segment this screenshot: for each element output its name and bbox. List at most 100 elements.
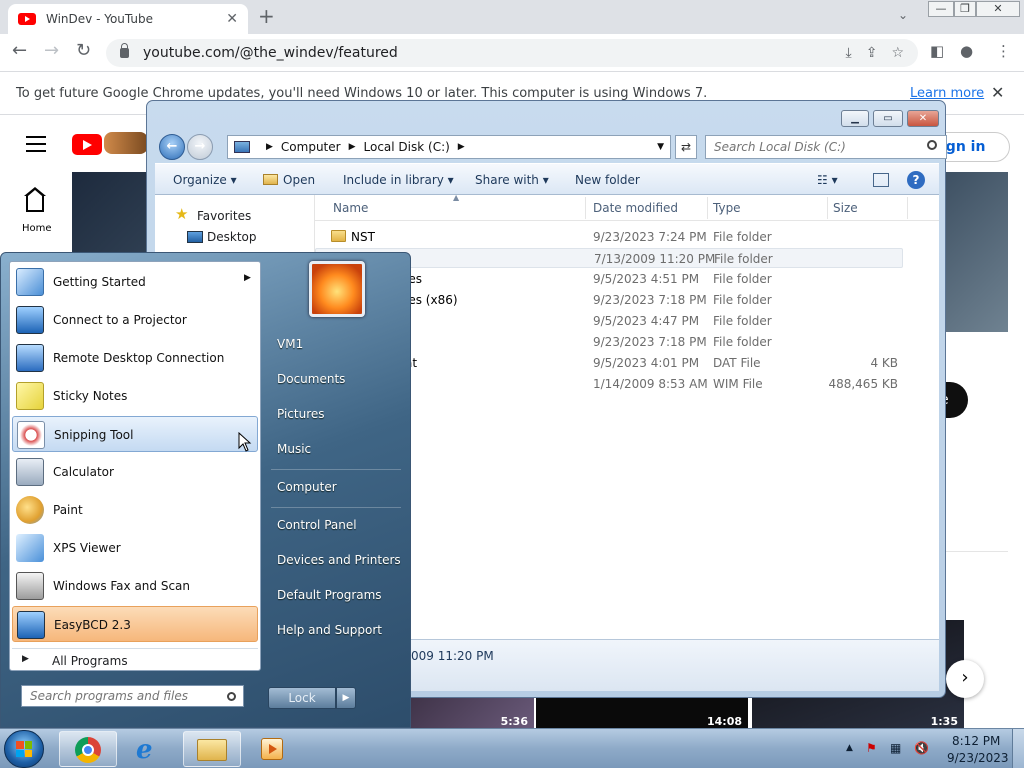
column-separator[interactable] [585,197,586,219]
column-header-name[interactable]: Name [333,201,368,215]
program-xps-viewer[interactable]: XPS Viewer [12,530,258,566]
bookmark-star-icon[interactable]: ☆ [891,45,904,61]
back-arrow-icon[interactable]: ← [12,40,27,61]
tab-search-chevron-icon[interactable]: ⌄ [898,8,908,22]
taskbar-media-player-button[interactable] [253,731,291,767]
shutdown-options-arrow-icon[interactable]: ▶ [336,687,356,709]
program-getting-started[interactable]: Getting Started ▶ [12,264,258,300]
open-button[interactable]: Open [263,173,315,187]
preview-pane-icon[interactable] [873,173,889,187]
column-header-date[interactable]: Date modified [593,201,678,215]
url-text[interactable]: youtube.com/@the_windev/featured [143,45,846,61]
minimize-window-button[interactable]: — [928,1,954,17]
carousel-next-button[interactable]: › [946,660,984,698]
home-icon[interactable] [24,187,46,212]
column-separator[interactable] [827,197,828,219]
new-folder-button[interactable]: New folder [575,173,640,187]
address-bar[interactable]: youtube.com/@the_windev/featured ⤓ ⇪ ☆ [106,39,918,67]
program-calculator[interactable]: Calculator [12,454,258,490]
start-item-control-panel[interactable]: Control Panel [277,518,357,532]
infobar-close-icon[interactable]: ✕ [991,83,1004,102]
breadcrumb-chevron-icon[interactable]: ▶ [458,142,465,152]
breadcrumb-chevron-icon[interactable]: ▶ [266,142,273,152]
profile-avatar-icon[interactable]: ● [960,42,973,60]
breadcrumb-item[interactable]: Local Disk (C:) [364,140,450,154]
explorer-close-button[interactable]: ✕ [907,110,939,127]
side-panel-icon[interactable]: ◧ [930,42,944,60]
start-item-pictures[interactable]: Pictures [277,407,325,421]
taskbar-chrome-button[interactable] [59,731,117,767]
column-separator[interactable] [907,197,908,219]
taskbar-explorer-button[interactable] [183,731,241,767]
start-item-default-programs[interactable]: Default Programs [277,588,382,602]
browser-tab[interactable]: WinDev - YouTube ✕ [8,4,248,34]
change-view-icon[interactable]: ☷ ▾ [817,173,838,187]
start-item-music[interactable]: Music [277,442,311,456]
tab-close-icon[interactable]: ✕ [226,11,238,27]
program-sticky-notes[interactable]: Sticky Notes [12,378,258,414]
file-type: WIM File [713,377,763,391]
search-icon[interactable] [227,692,236,701]
breadcrumb-item[interactable]: Computer [281,140,341,154]
program-remote-desktop[interactable]: Remote Desktop Connection [12,340,258,376]
user-picture-flower-icon[interactable] [309,261,365,317]
include-in-library-button[interactable]: Include in library ▾ [343,173,454,187]
explorer-maximize-button[interactable]: ▭ [873,110,903,127]
youtube-logo-icon[interactable] [72,134,102,155]
volume-muted-icon[interactable]: 🔇 [914,741,929,755]
new-tab-button[interactable]: + [258,4,275,28]
restore-window-button[interactable]: ❐ [954,1,976,17]
start-item-user[interactable]: VM1 [277,337,303,351]
explorer-minimize-button[interactable]: ▁ [841,110,869,127]
start-button[interactable] [4,730,44,768]
close-window-button[interactable]: ✕ [976,1,1020,17]
hamburger-menu-icon[interactable] [26,136,46,157]
nav-item-desktop[interactable]: Desktop [207,230,257,244]
start-item-documents[interactable]: Documents [277,372,345,386]
column-header-type[interactable]: Type [713,201,741,215]
file-date: 9/23/2023 7:24 PM [593,230,707,244]
all-programs-button[interactable]: ▶ All Programs [12,648,258,670]
learn-more-link[interactable]: Learn more [910,86,984,101]
address-dropdown-icon[interactable]: ▼ [657,142,664,152]
share-icon[interactable]: ⇪ [866,45,878,61]
action-center-flag-icon[interactable]: ⚑ [866,741,877,755]
refresh-icon[interactable]: ⇄ [675,135,697,159]
share-with-button[interactable]: Share with ▾ [475,173,549,187]
taskbar-internet-explorer-button[interactable]: e [121,731,179,767]
forward-arrow-icon[interactable]: → [44,40,59,61]
program-connect-to-projector[interactable]: Connect to a Projector [12,302,258,338]
program-paint[interactable]: Paint [12,492,258,528]
start-search-input[interactable] [21,685,244,707]
search-icon[interactable] [927,140,937,150]
program-snipping-tool[interactable]: Snipping Tool [12,416,258,452]
explorer-search-input[interactable] [705,135,947,159]
explorer-address-bar[interactable]: ▶ Computer ▶ Local Disk (C:) ▶ ▼ [227,135,671,159]
program-easybcd[interactable]: EasyBCD 2.3 [12,606,258,642]
explorer-forward-icon[interactable]: → [187,134,213,160]
column-header-size[interactable]: Size [833,201,858,215]
column-separator[interactable] [707,197,708,219]
breadcrumb-chevron-icon[interactable]: ▶ [349,142,356,152]
organize-button[interactable]: Organize ▾ [173,173,237,187]
reload-icon[interactable]: ↻ [76,40,91,61]
start-item-devices-printers[interactable]: Devices and Printers [277,553,401,567]
help-icon[interactable]: ? [907,171,925,189]
clock-date[interactable]: 9/23/2023 [947,751,1009,765]
show-desktop-button[interactable] [1012,729,1024,768]
start-item-computer[interactable]: Computer [277,480,337,494]
lock-button[interactable]: Lock [268,687,336,709]
network-icon[interactable]: ▦ [890,741,901,755]
home-label[interactable]: Home [22,223,52,234]
start-menu-programs-pane: Getting Started ▶ Connect to a Projector… [9,261,261,671]
show-hidden-icons-chevron-icon[interactable]: ▲ [846,743,853,753]
install-app-icon[interactable]: ⤓ [846,45,852,61]
nav-item-favorites[interactable]: Favorites [197,209,251,223]
program-windows-fax-scan[interactable]: Windows Fax and Scan [12,568,258,604]
file-row[interactable]: NST 9/23/2023 7:24 PM File folder [315,227,903,247]
chrome-menu-icon[interactable]: ⋮ [996,42,1011,60]
clock-time[interactable]: 8:12 PM [952,734,1000,748]
start-item-help-support[interactable]: Help and Support [277,623,382,637]
explorer-back-icon[interactable]: ← [159,134,185,160]
lock-icon[interactable] [120,43,129,58]
